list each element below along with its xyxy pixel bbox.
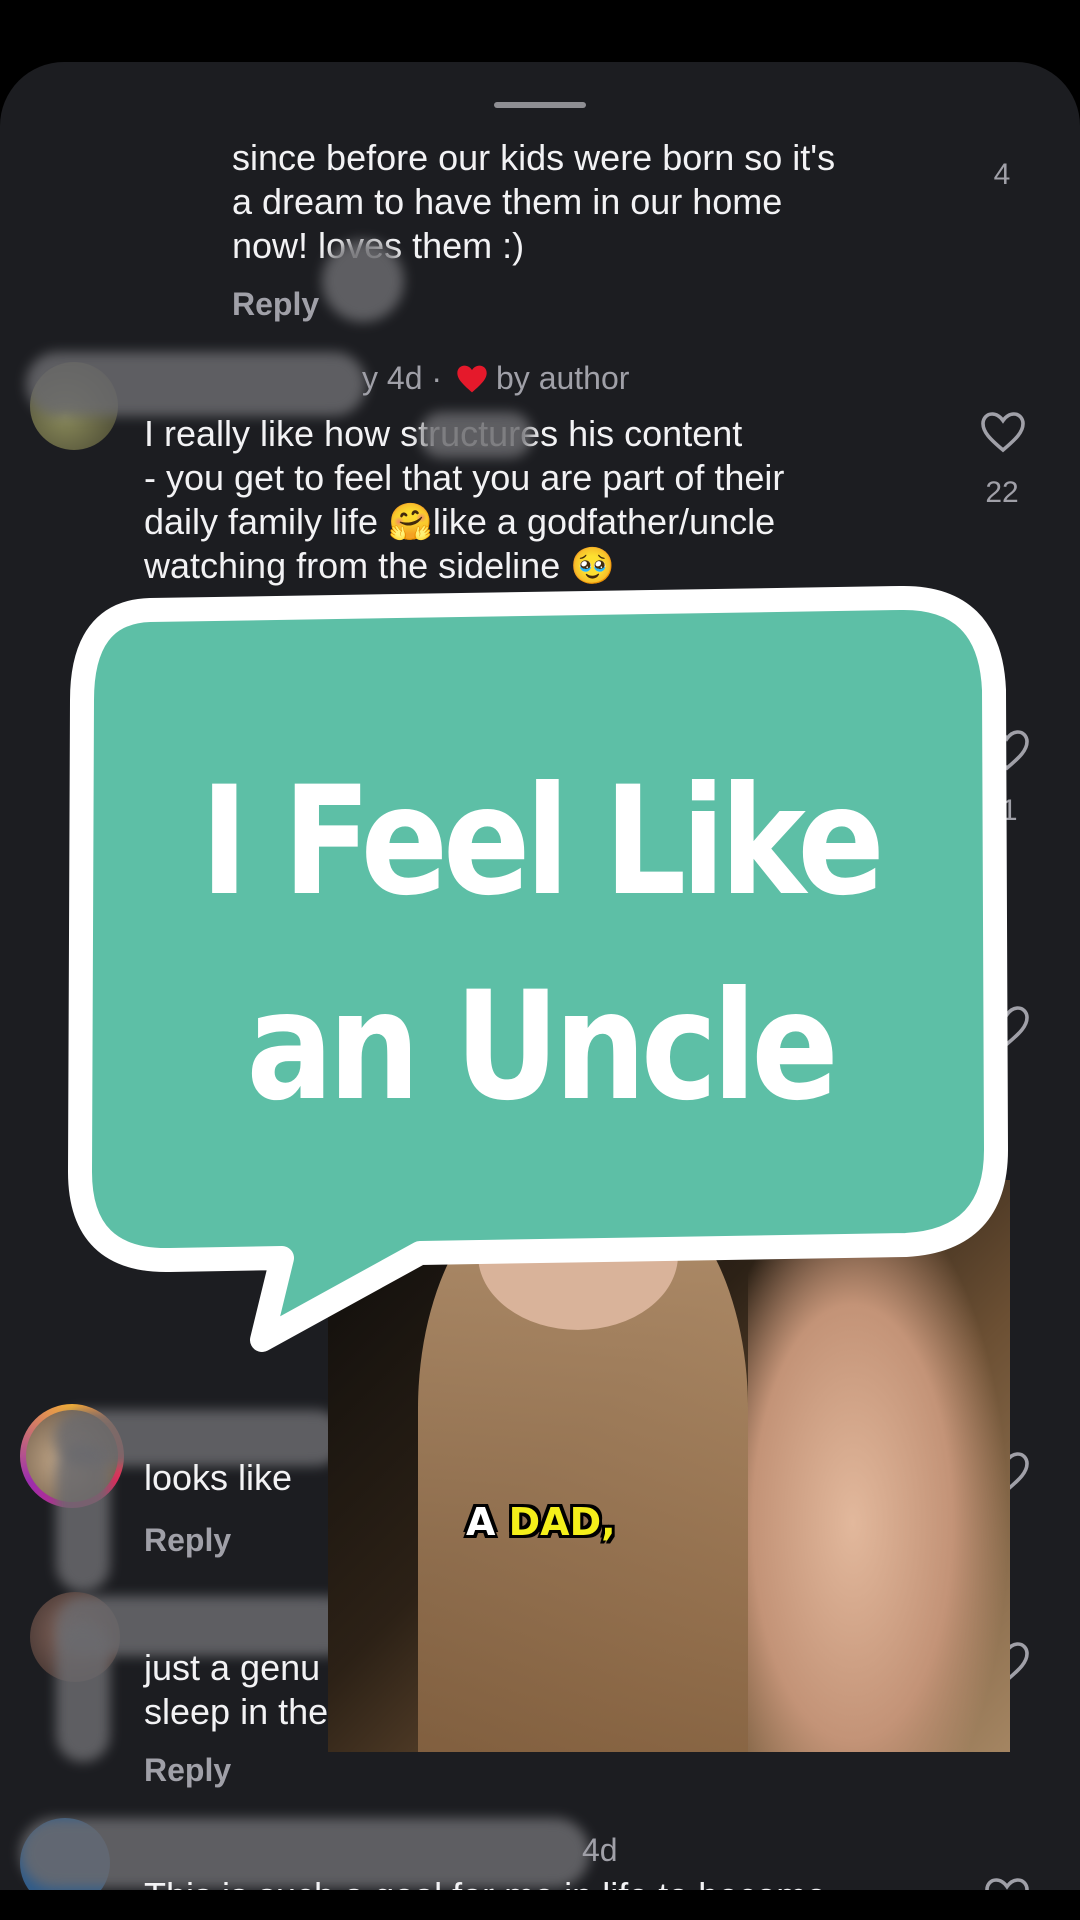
redacted-blur xyxy=(56,1442,110,1592)
overlay-title: I Feel Like an Uncle xyxy=(162,740,919,1150)
comment-meta: y 4d · xyxy=(362,360,443,396)
comment-text-line: daily family life 🤗like a godfather/uncl… xyxy=(144,501,776,542)
video-overlay[interactable] xyxy=(328,1180,1010,1752)
redacted-blur xyxy=(420,412,532,458)
overlay-title-line-2: an Uncle xyxy=(246,960,838,1134)
reply-button[interactable]: Reply xyxy=(144,1522,231,1559)
reply-button[interactable]: Reply xyxy=(232,286,319,323)
like-count: 22 xyxy=(985,476,1019,509)
like-count: 11 xyxy=(986,794,1018,827)
comment-text-line: looks like xyxy=(144,1457,293,1498)
sheet-grabber[interactable] xyxy=(494,102,586,108)
video-subject-hand xyxy=(748,1180,1010,1752)
comment-text-line: sleep in the xyxy=(144,1691,329,1732)
comment-text-line: a dream to have them in our home xyxy=(232,181,783,222)
reply-button[interactable]: Reply xyxy=(144,1752,231,1789)
heart-outline-icon[interactable] xyxy=(983,1004,1031,1048)
video-caption: A DAD, xyxy=(466,1500,616,1544)
comment-text-line: - you get to feel that you are part of t… xyxy=(144,457,785,498)
comment-text-line: watching from the sideline 🥹 xyxy=(144,545,616,586)
redacted-blur xyxy=(322,240,404,322)
heart-filled-icon xyxy=(457,365,487,393)
redacted-username xyxy=(26,352,366,416)
redacted-blur xyxy=(56,1622,110,1762)
heart-outline-icon[interactable] xyxy=(983,728,1031,772)
bottom-bar xyxy=(0,1890,1080,1920)
caption-prefix: A xyxy=(466,1500,509,1544)
like-count: 4 xyxy=(993,158,1011,191)
heart-outline-icon[interactable] xyxy=(979,410,1027,454)
comment-text-line: just a genu xyxy=(144,1647,321,1688)
caption-highlight: DAD, xyxy=(508,1500,616,1544)
comment-text-line: since before our kids were born so it's xyxy=(232,137,836,178)
liked-by-author-label: by author xyxy=(496,360,630,396)
comment-meta: 4d xyxy=(582,1832,618,1868)
video-subject-face xyxy=(478,1180,678,1330)
overlay-title-line-1: I Feel Like xyxy=(200,755,885,929)
